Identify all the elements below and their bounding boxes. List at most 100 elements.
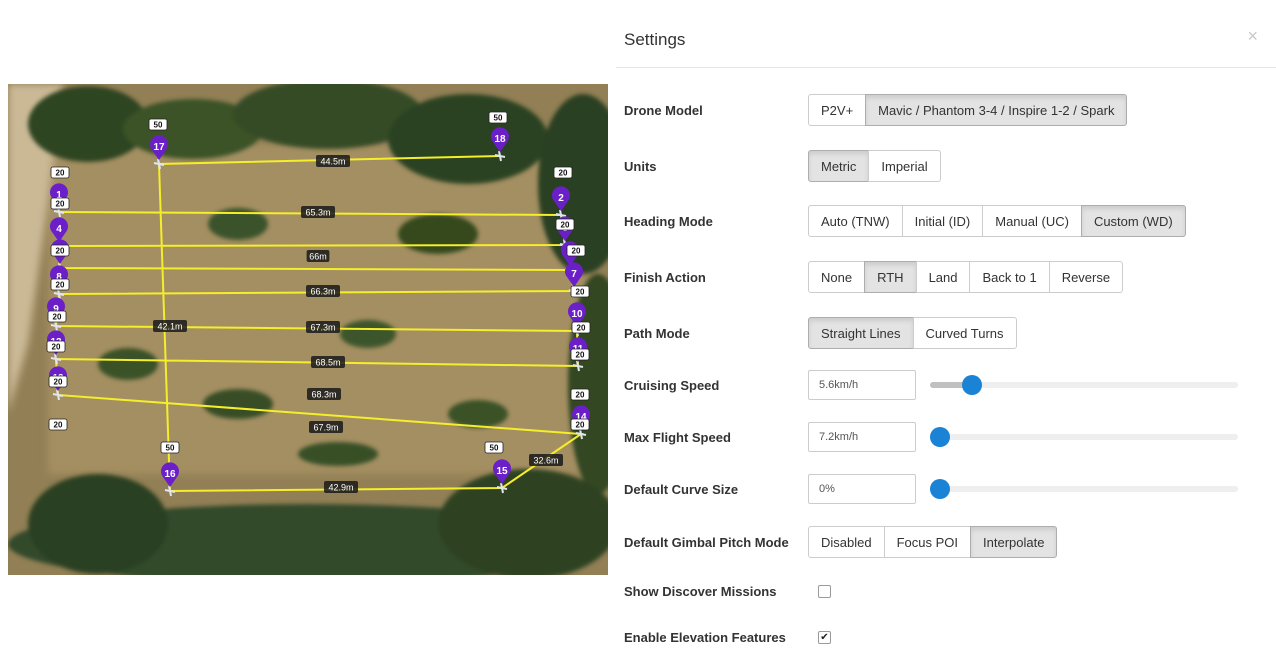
mission-map[interactable]: 44.5m 65.3m 66m 66.3m 67.3m 68.5m 68.3m 67.9m 42… [8, 84, 615, 575]
altitude-label: 20 [48, 418, 68, 431]
heading-mode-label: Heading Mode [624, 213, 713, 229]
altitude-label-text: 20 [561, 221, 570, 230]
altitude-label: 20 [50, 244, 70, 257]
altitude-label: 20 [570, 285, 590, 298]
finish-action-option-button[interactable]: Back to 1 [969, 261, 1050, 293]
gimbal-pitch-mode-group: Disabled Focus POI Interpolate [808, 526, 1058, 558]
heading-mode-option-button[interactable]: Initial (ID) [901, 205, 984, 237]
slider-thumb[interactable] [930, 479, 950, 499]
distance-label: 67.3m [306, 321, 340, 333]
units-group: Metric Imperial [808, 150, 941, 182]
default-curve-size-input[interactable] [808, 474, 916, 504]
altitude-label-text: 20 [559, 169, 568, 178]
enable-elevation-features-label: Enable Elevation Features [624, 629, 786, 645]
show-discover-missions-label: Show Discover Missions [624, 583, 777, 599]
distance-label: 66.3m [306, 285, 340, 297]
altitude-label: 20 [571, 321, 591, 334]
slider-thumb[interactable] [930, 427, 950, 447]
gimbal-pitch-mode-row: Default Gimbal Pitch Mode Disabled Focus … [624, 525, 1058, 559]
max-flight-speed-slider[interactable] [930, 427, 1238, 447]
altitude-label: 20 [50, 278, 70, 291]
settings-dialog: Settings × Drone Model P2V+ Mavic / Phant… [608, 0, 1276, 646]
finish-action-group: None RTH Land Back to 1 Reverse [808, 261, 1124, 293]
distance-label: 67.9m [309, 421, 343, 433]
finish-action-option-button[interactable]: Reverse [1048, 261, 1124, 293]
altitude-label-text: 20 [56, 200, 65, 209]
waypoint-number: 4 [56, 224, 62, 235]
cruising-speed-input[interactable] [808, 370, 916, 400]
altitude-label: 20 [48, 375, 68, 388]
cruising-speed-row: Cruising Speed [624, 368, 1238, 402]
max-flight-speed-label: Max Flight Speed [624, 429, 731, 445]
units-label: Units [624, 158, 657, 174]
show-discover-missions-checkbox[interactable] [818, 584, 831, 598]
finish-action-option-button[interactable]: None [808, 261, 866, 293]
altitude-label-text: 20 [53, 313, 62, 322]
altitude-label: 20 [570, 418, 590, 431]
distance-label: 32.6m [529, 454, 563, 466]
altitude-label-text: 50 [154, 121, 163, 130]
altitude-label: 20 [555, 218, 575, 231]
path-mode-option-button[interactable]: Straight Lines [808, 317, 914, 349]
altitude-label-text: 20 [576, 288, 585, 297]
altitude-label-text: 20 [56, 247, 65, 256]
distance-label-text: 66.3m [310, 287, 335, 297]
default-curve-size-row: Default Curve Size [624, 472, 1238, 506]
altitude-label-text: 20 [572, 247, 581, 256]
distance-label: 42.9m [324, 481, 358, 493]
altitude-label-text: 50 [166, 444, 175, 453]
close-icon[interactable]: × [1247, 26, 1258, 47]
gimbal-pitch-mode-option-button[interactable]: Focus POI [883, 526, 972, 558]
distance-label: 42.1m [153, 320, 187, 332]
waypoint-number: 2 [558, 193, 564, 204]
slider-track [930, 434, 1238, 440]
altitude-label: 20 [566, 244, 586, 257]
gimbal-pitch-mode-label: Default Gimbal Pitch Mode [624, 534, 789, 550]
altitude-label: 50 [148, 118, 168, 131]
heading-mode-option-button[interactable]: Auto (TNW) [808, 205, 903, 237]
finish-action-option-button[interactable]: Land [915, 261, 971, 293]
title-divider [616, 67, 1276, 68]
path-mode-group: Straight Lines Curved Turns [808, 317, 1017, 349]
finish-action-label: Finish Action [624, 269, 706, 285]
units-row: Units Metric Imperial [624, 149, 941, 183]
map-canvas[interactable]: 44.5m65.3m66m66.3m67.3m68.5m68.3m67.9m42… [8, 84, 615, 575]
gimbal-pitch-mode-option-button[interactable]: Disabled [808, 526, 885, 558]
drone-model-option-button[interactable]: P2V+ [808, 94, 867, 126]
enable-elevation-features-checkbox[interactable]: ✔ [818, 630, 831, 644]
finish-action-row: Finish Action None RTH Land Back to 1 Revers… [624, 260, 1124, 294]
altitude-label-text: 50 [490, 444, 499, 453]
slider-track [930, 486, 1238, 492]
distance-label-text: 67.9m [313, 423, 338, 433]
distance-label-text: 44.5m [320, 157, 345, 167]
max-flight-speed-input[interactable] [808, 422, 916, 452]
cruising-speed-label: Cruising Speed [624, 377, 720, 393]
distance-label-text: 67.3m [310, 323, 335, 333]
waypoint-number: 15 [496, 466, 508, 477]
altitude-label-text: 50 [494, 114, 503, 123]
gimbal-pitch-mode-option-button[interactable]: Interpolate [970, 526, 1058, 558]
units-option-button[interactable]: Metric [808, 150, 870, 182]
altitude-label: 20 [47, 310, 67, 323]
cruising-speed-slider[interactable] [930, 375, 1238, 395]
altitude-label-text: 20 [52, 343, 61, 352]
altitude-label-text: 20 [576, 351, 585, 360]
finish-action-option-button[interactable]: RTH [864, 261, 917, 293]
path-mode-option-button[interactable]: Curved Turns [912, 317, 1017, 349]
distance-label: 68.3m [307, 388, 341, 400]
altitude-label: 20 [570, 388, 590, 401]
slider-thumb[interactable] [961, 375, 982, 395]
distance-label-text: 66m [309, 252, 327, 262]
altitude-label: 50 [488, 111, 508, 124]
altitude-label: 20 [50, 197, 70, 210]
heading-mode-option-button[interactable]: Manual (UC) [982, 205, 1082, 237]
dialog-title: Settings [624, 30, 686, 49]
drone-model-option-button[interactable]: Mavic / Phantom 3-4 / Inspire 1-2 / Spar… [865, 94, 1128, 126]
waypoint-number: 17 [153, 142, 165, 153]
default-curve-size-slider[interactable] [930, 479, 1238, 499]
altitude-label-text: 20 [56, 169, 65, 178]
path-mode-row: Path Mode Straight Lines Curved Turns [624, 316, 1017, 350]
heading-mode-option-button[interactable]: Custom (WD) [1080, 205, 1186, 237]
distance-label: 44.5m [316, 155, 350, 167]
units-option-button[interactable]: Imperial [868, 150, 941, 182]
